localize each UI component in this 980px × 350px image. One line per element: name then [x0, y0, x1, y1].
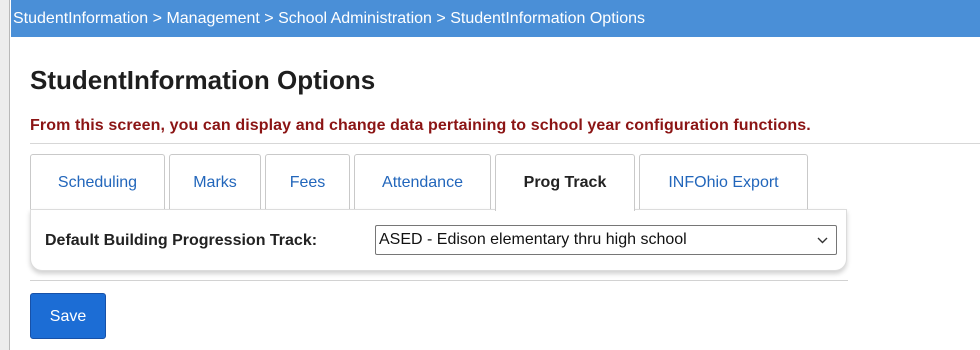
prog-track-panel: Default Building Progression Track: ASED…: [30, 209, 847, 271]
breadcrumb-separator: >: [264, 10, 274, 27]
breadcrumb-item-current-page: StudentInformation Options: [450, 10, 645, 27]
tab-scheduling[interactable]: Scheduling: [30, 154, 165, 210]
tab-fees[interactable]: Fees: [265, 154, 350, 210]
tab-infohio-export[interactable]: INFOhio Export: [639, 154, 808, 210]
breadcrumb-item-management[interactable]: Management: [166, 10, 259, 27]
progression-track-selected-value: ASED - Edison elementary thru high schoo…: [379, 231, 687, 248]
form-divider: [30, 280, 848, 281]
breadcrumb-item-school-administration[interactable]: School Administration: [278, 10, 432, 27]
breadcrumb-separator: >: [152, 10, 162, 27]
breadcrumb: StudentInformation > Management > School…: [11, 0, 980, 37]
save-button[interactable]: Save: [30, 293, 106, 339]
chevron-down-icon: [817, 226, 828, 254]
progression-track-label: Default Building Progression Track:: [45, 232, 318, 249]
header-divider: [30, 143, 980, 144]
tab-attendance[interactable]: Attendance: [354, 154, 491, 210]
page-description: From this screen, you can display and ch…: [30, 117, 811, 134]
breadcrumb-item-studentinformation[interactable]: StudentInformation: [13, 10, 148, 27]
left-frame-edge: [0, 0, 10, 350]
breadcrumb-separator: >: [436, 10, 446, 27]
tab-prog-track[interactable]: Prog Track: [495, 154, 635, 211]
progression-track-select[interactable]: ASED - Edison elementary thru high schoo…: [375, 225, 837, 255]
page-title: StudentInformation Options: [30, 65, 376, 95]
options-page: StudentInformation > Management > School…: [0, 0, 980, 350]
tab-marks[interactable]: Marks: [169, 154, 261, 210]
